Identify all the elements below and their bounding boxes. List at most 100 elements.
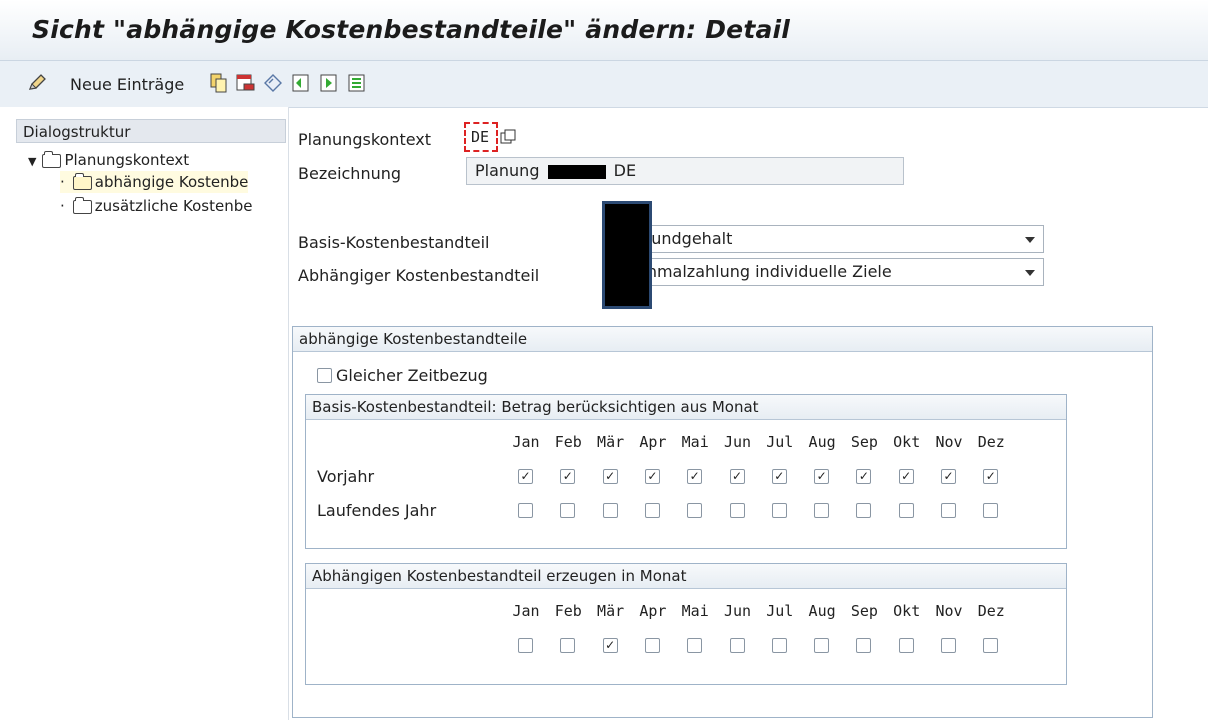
- delete-icon[interactable]: [234, 72, 256, 94]
- month-label: Feb: [554, 602, 582, 620]
- month-label: Mai: [681, 602, 709, 620]
- month-label: Nov: [935, 602, 963, 620]
- month-label: Nov: [935, 433, 963, 451]
- copy-icon[interactable]: [208, 72, 230, 94]
- month-checkbox[interactable]: [518, 638, 533, 653]
- month-checkbox[interactable]: ✓: [898, 469, 914, 484]
- bullet-icon: ·: [60, 173, 65, 191]
- new-entries-button[interactable]: Neue Einträge: [70, 75, 184, 94]
- next-entry-icon[interactable]: [318, 72, 340, 94]
- redaction-bar: [547, 164, 606, 179]
- month-label: Jul: [766, 433, 794, 451]
- gleicher-zeitbezug-checkbox[interactable]: Gleicher Zeitbezug: [317, 365, 488, 387]
- undo-icon[interactable]: [262, 72, 284, 94]
- basis-kostenbestandteil-dropdown[interactable]: 0 Grundgehalt: [608, 225, 1044, 253]
- basis-kostenbestandteil-label: Basis-Kostenbestandteil: [298, 233, 490, 252]
- month-checkbox[interactable]: [983, 638, 999, 653]
- month-checkbox[interactable]: [814, 638, 830, 653]
- month-checkbox[interactable]: ✓: [814, 469, 830, 484]
- month-label: Jan: [512, 602, 540, 620]
- month-checkbox[interactable]: [771, 638, 787, 653]
- month-checkbox[interactable]: ✓: [602, 469, 618, 484]
- bullet-icon: ·: [60, 197, 65, 215]
- gleicher-zeitbezug-label: Gleicher Zeitbezug: [336, 366, 488, 385]
- last-entry-icon[interactable]: [346, 72, 368, 94]
- month-label: Aug: [808, 602, 836, 620]
- month-checkbox[interactable]: [602, 503, 618, 518]
- chevron-down-icon: [1025, 270, 1035, 276]
- month-label: Feb: [554, 433, 582, 451]
- erzeugen-monat-group: Abhängigen Kostenbestandteil erzeugen in…: [305, 563, 1067, 685]
- month-checkbox[interactable]: [518, 503, 533, 518]
- tree-item-label: Planungskontext: [64, 151, 190, 169]
- month-checkbox[interactable]: ✓: [687, 469, 703, 484]
- month-checkbox[interactable]: [729, 503, 745, 518]
- month-label: Jun: [723, 433, 752, 451]
- tree-item-abhaengige-kostenbestandteile[interactable]: · abhängige Kostenbe: [60, 171, 249, 193]
- group-title: Basis-Kostenbestandteil: Betrag berücksi…: [306, 395, 1066, 420]
- month-checkbox[interactable]: [983, 503, 999, 518]
- month-checkbox[interactable]: [941, 638, 956, 653]
- expand-arrow-icon[interactable]: ▼: [28, 155, 36, 168]
- month-checkbox[interactable]: [687, 638, 703, 653]
- month-label: Mai: [681, 433, 709, 451]
- checkbox[interactable]: [317, 368, 332, 383]
- tree-item-label: zusätzliche Kostenbe: [94, 197, 253, 215]
- redaction-box: [602, 201, 652, 309]
- month-label: Okt: [893, 433, 921, 451]
- abhaengiger-kostenbestandteil-dropdown[interactable]: 2 Einmalzahlung individuelle Ziele: [608, 258, 1044, 286]
- month-checkbox[interactable]: ✓: [729, 469, 745, 484]
- open-folder-icon: [72, 172, 92, 190]
- month-label: Aug: [808, 433, 836, 451]
- tree-item-label: abhängige Kostenbe: [94, 173, 249, 191]
- planungskontext-value: DE: [471, 128, 490, 146]
- month-checkbox[interactable]: ✓: [771, 469, 787, 484]
- folder-icon: [42, 150, 62, 168]
- month-checkbox[interactable]: ✓: [983, 469, 999, 484]
- planungskontext-label: Planungskontext: [298, 130, 432, 149]
- month-label: Apr: [639, 433, 667, 451]
- dialog-structure-header: Dialogstruktur: [16, 119, 286, 143]
- month-checkbox[interactable]: ✓: [518, 469, 533, 484]
- month-label: Sep: [850, 433, 878, 451]
- planungskontext-field[interactable]: DE: [464, 122, 498, 152]
- month-checkbox[interactable]: ✓: [602, 638, 618, 653]
- month-checkbox[interactable]: [898, 638, 914, 653]
- bezeichnung-prefix: Planung: [475, 161, 540, 180]
- month-checkbox[interactable]: [941, 503, 956, 518]
- bezeichnung-suffix: DE: [613, 161, 637, 180]
- month-label: Jan: [512, 433, 540, 451]
- month-label: Mär: [597, 433, 625, 451]
- month-checkbox[interactable]: [856, 638, 872, 653]
- abhaengige-kostenbestandteile-group: abhängige Kostenbestandteile Gleicher Ze…: [292, 326, 1153, 718]
- month-label: Okt: [893, 602, 921, 620]
- month-checkbox[interactable]: [560, 503, 576, 518]
- month-checkbox[interactable]: [729, 638, 745, 653]
- vorjahr-label: Vorjahr: [317, 467, 375, 486]
- month-checkbox[interactable]: [687, 503, 703, 518]
- bezeichnung-label: Bezeichnung: [298, 164, 402, 183]
- dialog-structure-panel: Dialogstruktur ▼ Planungskontext · abhängi…: [0, 107, 289, 720]
- group-title: abhängige Kostenbestandteile: [293, 327, 1152, 352]
- window-title: Sicht "abhängige Kostenbestandteile" änd…: [32, 15, 791, 44]
- month-checkbox[interactable]: [814, 503, 830, 518]
- bezeichnung-field[interactable]: Planung DE: [466, 157, 904, 185]
- month-checkbox[interactable]: ✓: [856, 469, 872, 484]
- tree-item-planungskontext[interactable]: ▼ Planungskontext: [28, 149, 189, 171]
- month-checkbox[interactable]: [560, 638, 576, 653]
- month-checkbox[interactable]: ✓: [941, 469, 956, 484]
- abhaengiger-kostenbestandteil-value: 2 Einmalzahlung individuelle Ziele: [617, 262, 892, 281]
- month-checkbox[interactable]: [644, 638, 660, 653]
- month-checkbox[interactable]: [898, 503, 914, 518]
- month-checkbox[interactable]: ✓: [560, 469, 576, 484]
- month-checkbox[interactable]: [856, 503, 872, 518]
- edit-icon[interactable]: [26, 72, 48, 94]
- month-checkbox[interactable]: ✓: [644, 469, 660, 484]
- folder-icon: [72, 196, 92, 214]
- value-help-icon[interactable]: [500, 129, 516, 145]
- tree-item-zusaetzliche-kostenbestandteile[interactable]: · zusätzliche Kostenbe: [60, 195, 252, 217]
- month-label: Mär: [597, 602, 625, 620]
- month-checkbox[interactable]: [771, 503, 787, 518]
- month-checkbox[interactable]: [644, 503, 660, 518]
- first-entry-icon[interactable]: [290, 72, 312, 94]
